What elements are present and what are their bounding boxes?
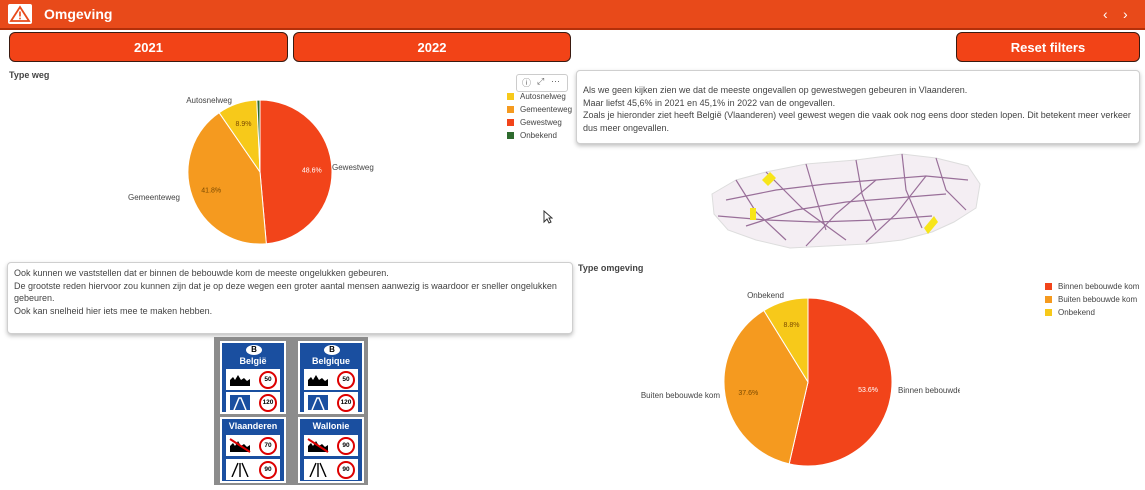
legend-item[interactable]: Onbekend [507,131,557,140]
filter-2022-button[interactable]: 2022 [293,32,571,62]
text-line: Maar liefst 45,6% in 2021 en 45,1% in 20… [583,97,836,108]
sign-wallonie: Wallonie 90 90 [298,417,364,483]
text-line: gebeuren. [14,293,55,303]
sign-vlaanderen: Vlaanderen 70 90 [220,417,286,483]
end-of-town-icon [229,438,251,453]
text-line: Zoals je hieronder ziet heeft België (Vl… [583,110,1131,120]
highway-icon [230,395,250,410]
category-label: Gemeenteweg [128,193,180,202]
legend-item[interactable]: Gemeenteweg [507,105,572,114]
road-icon [309,462,327,477]
pie-chart-type-weg: 48.6% Gewestweg 41.8% Gemeenteweg 8.9% Autosn… [128,96,374,245]
data-label: 8.9% [236,121,252,128]
legend-item[interactable]: Onbekend [1045,308,1095,317]
speed-limit-signs-image: B België 50 120 B Belgique 50 120 Vlaand… [214,337,368,485]
data-label: 53.6% [858,387,878,394]
data-label: 37.6% [738,390,758,397]
mouse-cursor-icon [543,210,553,224]
chart-title-type-weg: Type weg [9,70,50,80]
category-label: Binnen bebouwde kom [898,386,960,395]
filter-2021-button[interactable]: 2021 [9,32,288,62]
legend-item[interactable]: Autosnelweg [507,92,566,101]
category-label: Buiten bebouwde kom [641,391,721,400]
category-label: Gewestweg [332,163,374,172]
text-line: Ook kan snelheid hier iets mee te maken … [14,305,213,316]
end-of-town-icon [307,438,329,453]
data-label: 48.6% [302,168,322,175]
sign-belgie: B België 50 120 [220,341,286,414]
town-icon [230,375,250,386]
town-icon [308,375,328,386]
text-line: De grootste reden hiervoor zou kunnen zi… [14,280,557,291]
category-label: Onbekend [747,291,784,300]
pie-chart-type-omgeving: 53.6% Binnen bebouwde kom 37.6% Buiten bebo… [641,291,960,467]
legend-item[interactable]: Buiten bebouwde kom [1045,295,1137,304]
text-box-bebouwde-kom: Ook kunnen we vaststellen dat er binnen … [7,262,573,334]
text-box-gewestwegen: Als we geen kijken zien we dat de meeste… [576,70,1140,144]
data-label: 8.8% [784,322,800,329]
chart-title-type-omgeving: Type omgeving [578,263,644,273]
text-line: dus meer ongevallen. [583,122,670,133]
more-options-icon[interactable]: ⋯ [551,76,560,87]
info-icon[interactable]: ⓘ [522,76,531,89]
reset-filters-button[interactable]: Reset filters [956,32,1140,62]
text-line: Ook kunnen we vaststellen dat er binnen … [14,268,389,278]
legend-item[interactable]: Binnen bebouwde kom [1045,282,1139,291]
category-label: Autosnelweg [186,96,232,105]
app-header: Omgeving ‹ › [0,0,1145,30]
highway-icon [308,395,328,410]
warning-icon [8,4,32,24]
legend-item[interactable]: Gewestweg [507,118,562,127]
road-icon [231,462,249,477]
text-line: Als we geen kijken zien we dat de meeste… [583,85,968,95]
chevron-left-icon[interactable]: ‹ [1103,6,1108,22]
chevron-right-icon[interactable]: › [1123,6,1128,22]
chart-toolbar: ⓘ ⤢ ⋯ [516,74,568,92]
data-label: 41.8% [201,188,221,195]
expand-icon[interactable]: ⤢ [537,76,544,87]
road-map-image [711,153,981,249]
sign-belgique: B Belgique 50 120 [298,341,364,414]
page-title: Omgeving [44,6,113,22]
